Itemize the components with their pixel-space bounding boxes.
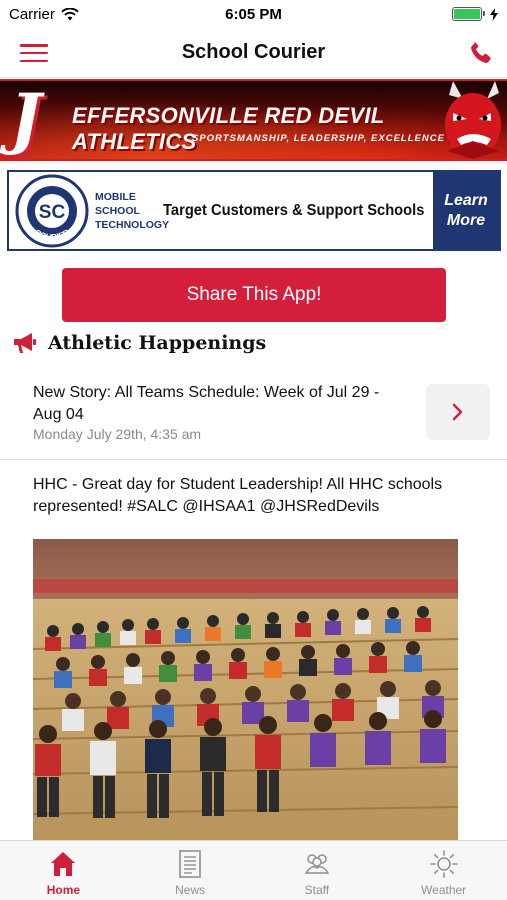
hamburger-menu-icon[interactable] xyxy=(20,42,48,64)
megaphone-icon xyxy=(14,333,36,353)
weather-sun-icon xyxy=(429,850,458,878)
students-bleachers-image xyxy=(33,539,458,841)
chevron-right-icon xyxy=(452,403,463,421)
share-app-button[interactable]: Share This App! xyxy=(62,268,446,322)
sc-logo-mid: SC xyxy=(39,202,66,223)
battery-fill xyxy=(454,9,480,19)
red-devil-mascot-icon xyxy=(445,81,501,159)
list-item[interactable]: HHC - Great day for Student Leadership! … xyxy=(0,461,507,841)
tab-label: Weather xyxy=(421,883,467,897)
news-icon xyxy=(179,850,201,878)
school-courier-logo: SC SCHOOL COURIER xyxy=(15,174,89,247)
banner-subtitle: SPORTSMANSHIP, LEADERSHIP, EXCELLENCE xyxy=(192,133,445,144)
feed-date: Monday July 29th, 4:35 am xyxy=(33,426,202,442)
tab-news[interactable]: News xyxy=(127,841,254,900)
battery-icon xyxy=(452,7,485,21)
status-right xyxy=(452,7,498,21)
sc-tag-line-1: MOBILE xyxy=(95,190,136,203)
carrier-label: Carrier xyxy=(9,5,55,23)
athletics-banner[interactable]: J EFFERSONVILLE RED DEVIL ATHLETICS SPOR… xyxy=(0,79,507,161)
tab-bar: Home News Staff Weather xyxy=(0,840,507,900)
learn-more-button[interactable]: Learn More xyxy=(433,172,499,249)
phone-icon[interactable] xyxy=(467,39,495,67)
sc-tag-line-2: SCHOOL xyxy=(95,204,140,217)
nav-bar: School Courier xyxy=(0,28,507,78)
feed-photo[interactable] xyxy=(33,539,458,841)
tab-label: Staff xyxy=(304,883,330,897)
open-story-button[interactable] xyxy=(426,384,490,440)
tab-label: Home xyxy=(46,883,81,897)
list-item[interactable]: New Story: All Teams Schedule: Week of J… xyxy=(0,372,507,460)
tab-label: News xyxy=(175,883,206,897)
feed-headline: HHC - Great day for Student Leadership! … xyxy=(33,476,443,515)
status-bar: Carrier 6:05 PM xyxy=(0,0,507,28)
sc-headline: Target Customers & Support Schools xyxy=(163,201,425,219)
wifi-icon xyxy=(61,7,79,20)
banner-j-letter: J xyxy=(10,79,42,157)
section-title: Athletic Happenings xyxy=(48,332,267,354)
tab-weather[interactable]: Weather xyxy=(380,841,507,900)
school-courier-ad[interactable]: SC SCHOOL COURIER MOBILE SCHOOL TECHNOLO… xyxy=(7,170,501,251)
staff-icon xyxy=(304,854,330,874)
page-title: School Courier xyxy=(181,41,326,63)
tab-staff[interactable]: Staff xyxy=(254,841,381,900)
sc-tagline: MOBILE SCHOOL TECHNOLOGY xyxy=(95,190,170,232)
status-left: Carrier xyxy=(9,6,79,23)
feed-headline: New Story: All Teams Schedule: Week of J… xyxy=(33,384,380,423)
sc-tag-line-3: TECHNOLOGY xyxy=(95,218,170,231)
tab-home[interactable]: Home xyxy=(0,841,127,900)
section-heading: Athletic Happenings xyxy=(12,327,266,359)
home-icon xyxy=(51,852,76,876)
charging-bolt-icon xyxy=(490,7,498,21)
